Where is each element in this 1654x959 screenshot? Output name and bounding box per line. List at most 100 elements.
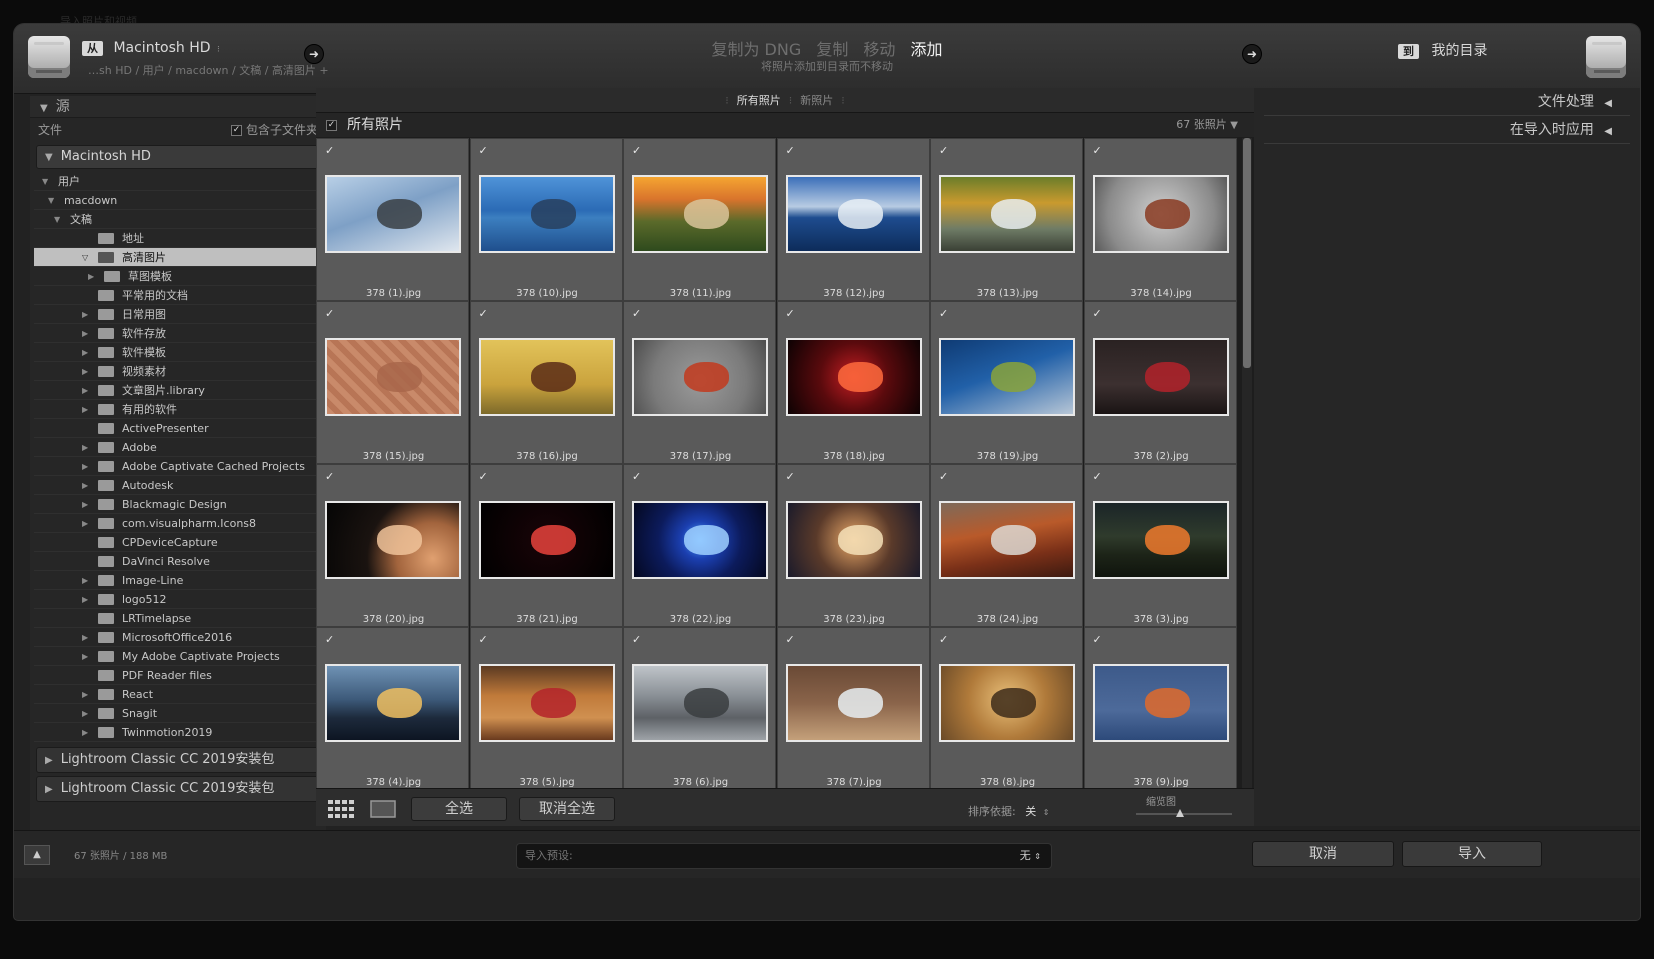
photo-checkbox[interactable]: ✓ — [1093, 634, 1104, 645]
photo-thumbnail[interactable] — [1092, 501, 1229, 579]
select-all-checkbox[interactable]: ✓ — [326, 119, 337, 131]
folder-tree-item[interactable]: PDF Reader files — [34, 666, 322, 685]
photo-cell[interactable]: ✓ 378 (24).jpg — [930, 464, 1083, 627]
destination-selector[interactable]: 到 我的目录 — [1398, 40, 1487, 60]
dest-arrow-icon[interactable]: ➜ — [1242, 44, 1262, 64]
expand-triangle-icon[interactable]: ▶ — [88, 267, 94, 285]
folder-tree-item[interactable]: ▼ 文稿 — [34, 210, 322, 229]
drive-header-macintosh-hd[interactable]: ▼ Macintosh HD — [36, 145, 320, 169]
cancel-button[interactable]: 取消 — [1252, 841, 1394, 867]
photo-cell[interactable]: ✓ 378 (7).jpg — [776, 627, 930, 788]
collapse-triangle-icon[interactable]: ▽ — [82, 248, 88, 266]
photo-checkbox[interactable]: ✓ — [1093, 145, 1104, 156]
folder-tree-item[interactable]: ▶ 草图模板 — [34, 267, 322, 286]
collapse-triangle-icon[interactable]: ▼ — [54, 210, 60, 228]
photo-cell[interactable]: ✓ 378 (9).jpg — [1083, 627, 1237, 788]
photo-checkbox[interactable]: ✓ — [632, 471, 643, 482]
folder-tree-item[interactable]: ▶ 视频素材 — [34, 362, 322, 381]
folder-tree-item[interactable]: DaVinci Resolve — [34, 552, 322, 571]
dropdown-triangle-icon[interactable]: ▼ — [1230, 120, 1238, 131]
expand-triangle-icon[interactable]: ▶ — [82, 723, 88, 741]
photo-thumbnail[interactable] — [632, 664, 768, 742]
folder-tree-item[interactable]: ▶ Autodesk — [34, 476, 322, 495]
file-handling-header[interactable]: 文件处理 ◀ — [1264, 88, 1630, 116]
photo-cell[interactable]: ✓ 378 (1).jpg — [316, 138, 469, 301]
photo-checkbox[interactable]: ✓ — [786, 471, 797, 482]
photo-thumbnail[interactable] — [325, 338, 461, 416]
photo-thumbnail[interactable] — [785, 338, 922, 416]
photo-checkbox[interactable]: ✓ — [786, 145, 797, 156]
photo-checkbox[interactable]: ✓ — [939, 145, 950, 156]
photo-thumbnail[interactable] — [939, 338, 1075, 416]
photo-checkbox[interactable]: ✓ — [325, 145, 336, 156]
apply-on-import-header[interactable]: 在导入时应用 ◀ — [1264, 116, 1630, 144]
folder-tree-item[interactable]: ▶ Adobe — [34, 438, 322, 457]
photo-cell[interactable]: ✓ 378 (8).jpg — [930, 627, 1083, 788]
destination-drive-icon[interactable] — [1586, 36, 1626, 78]
photo-cell[interactable]: ✓ 378 (17).jpg — [623, 301, 776, 464]
expand-triangle-icon[interactable]: ▶ — [82, 381, 88, 399]
photo-thumbnail[interactable] — [478, 338, 615, 416]
folder-tree-item[interactable]: ▶ MicrosoftOffice2016 — [34, 628, 322, 647]
folder-tree-item[interactable]: ▽ 高清图片 — [34, 248, 322, 267]
photo-cell[interactable]: ✓ 378 (13).jpg — [930, 138, 1083, 301]
tab-new-photos[interactable]: 新照片 — [800, 94, 833, 107]
photo-thumbnail[interactable] — [632, 338, 768, 416]
photo-thumbnail[interactable] — [325, 501, 461, 579]
photo-checkbox[interactable]: ✓ — [786, 308, 797, 319]
photo-thumbnail[interactable] — [939, 175, 1075, 253]
tab-all-photos[interactable]: 所有照片 — [737, 94, 781, 107]
grid-scrollbar[interactable] — [1242, 138, 1252, 788]
folder-tree-item[interactable]: ▶ 有用的软件 — [34, 400, 322, 419]
folder-tree-item[interactable]: ▼ macdown — [34, 191, 322, 210]
mode-copy-dng[interactable]: 复制为 DNG — [711, 40, 801, 59]
expand-triangle-icon[interactable]: ▶ — [82, 438, 88, 456]
folder-tree-item[interactable]: 平常用的文档 — [34, 286, 322, 305]
photo-checkbox[interactable]: ✓ — [632, 634, 643, 645]
photo-cell[interactable]: ✓ 378 (3).jpg — [1083, 464, 1237, 627]
photo-checkbox[interactable]: ✓ — [939, 308, 950, 319]
photo-thumbnail[interactable] — [478, 175, 615, 253]
expand-triangle-icon[interactable]: ▶ — [82, 590, 88, 608]
folder-tree-item[interactable]: ▶ 软件存放 — [34, 324, 322, 343]
import-preset-selector[interactable]: 导入预设: 无 ⇕ — [516, 843, 1052, 869]
photo-cell[interactable]: ✓ 378 (2).jpg — [1083, 301, 1237, 464]
folder-tree-item[interactable]: ▶ React — [34, 685, 322, 704]
sort-control[interactable]: 排序依据: 关 ⇕ — [968, 803, 1049, 819]
expand-triangle-icon[interactable]: ▶ — [82, 647, 88, 665]
include-subfolders-checkbox[interactable]: ✓ 包含子文件夹 — [230, 118, 318, 142]
photo-thumbnail[interactable] — [939, 664, 1075, 742]
photo-checkbox[interactable]: ✓ — [939, 471, 950, 482]
expand-triangle-icon[interactable]: ▶ — [82, 495, 88, 513]
source-panel-header[interactable]: ▼ 源 — [30, 96, 326, 118]
slider-thumb[interactable] — [1176, 809, 1184, 817]
photo-cell[interactable]: ✓ 378 (14).jpg — [1083, 138, 1237, 301]
photo-thumbnail[interactable] — [632, 175, 768, 253]
folder-tree-item[interactable]: LRTimelapse — [34, 609, 322, 628]
photo-thumbnail[interactable] — [478, 501, 615, 579]
photo-thumbnail[interactable] — [1092, 664, 1229, 742]
photo-thumbnail[interactable] — [325, 175, 461, 253]
photo-thumbnail[interactable] — [478, 664, 615, 742]
folder-tree-item[interactable]: ▶ 日常用图 — [34, 305, 322, 324]
photo-cell[interactable]: ✓ 378 (4).jpg — [316, 627, 469, 788]
photo-checkbox[interactable]: ✓ — [479, 634, 490, 645]
expand-triangle-icon[interactable]: ▶ — [82, 324, 88, 342]
folder-tree-item[interactable]: ▶ Adobe Captivate Cached Projects — [34, 457, 322, 476]
import-button[interactable]: 导入 — [1402, 841, 1542, 867]
expand-toggle-button[interactable]: ▲ — [24, 845, 50, 865]
deselect-all-button[interactable]: 取消全选 — [519, 797, 615, 821]
folder-tree-item[interactable]: ▶ Blackmagic Design — [34, 495, 322, 514]
expand-triangle-icon[interactable]: ▶ — [82, 457, 88, 475]
photo-cell[interactable]: ✓ 378 (10).jpg — [469, 138, 623, 301]
photo-thumbnail[interactable] — [785, 175, 922, 253]
photo-cell[interactable]: ✓ 378 (5).jpg — [469, 627, 623, 788]
collapse-triangle-icon[interactable]: ▼ — [48, 191, 54, 209]
folder-tree-item[interactable]: ▶ 文章图片.library — [34, 381, 322, 400]
photo-checkbox[interactable]: ✓ — [325, 634, 336, 645]
photo-cell[interactable]: ✓ 378 (6).jpg — [623, 627, 776, 788]
photo-cell[interactable]: ✓ 378 (23).jpg — [776, 464, 930, 627]
photo-checkbox[interactable]: ✓ — [479, 471, 490, 482]
photo-thumbnail[interactable] — [785, 501, 922, 579]
folder-tree-item[interactable]: ▶ logo512 — [34, 590, 322, 609]
